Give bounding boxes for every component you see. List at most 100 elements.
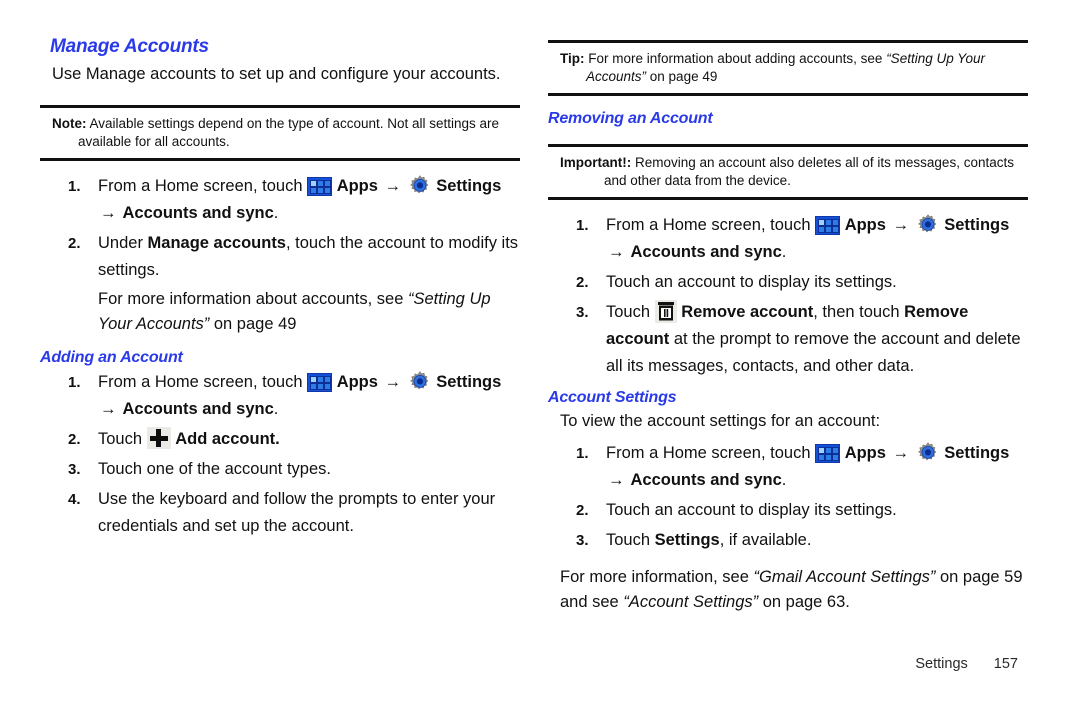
adding-account-steps: 1. From a Home screen, touch Apps → Sett… [40, 369, 520, 540]
step-text-mid: , then touch [813, 303, 905, 321]
list-item: 2. Touch an account to display its setti… [548, 269, 1028, 296]
important-label: Important!: [560, 155, 632, 170]
closing-italic-1: “Gmail Account Settings” [753, 568, 936, 586]
gear-icon [916, 213, 940, 237]
settings-label: Settings [436, 373, 502, 391]
list-item: 4. Use the keyboard and follow the promp… [40, 486, 520, 540]
page-title: Manage Accounts [50, 36, 209, 57]
arrow-icon: → [892, 444, 910, 462]
step-number: 3. [576, 304, 589, 321]
step-text: Touch an account to display its settings… [606, 273, 897, 291]
followup-post: on page 49 [209, 315, 297, 333]
settings-label: Settings [944, 216, 1010, 234]
step-number: 2. [576, 274, 589, 291]
note-callout: Note: Available settings depend on the t… [40, 108, 520, 158]
step-number: 4. [68, 491, 81, 508]
accounts-and-sync-label: → Accounts and sync [608, 243, 782, 261]
step-text-pre: From a Home screen, touch [606, 216, 811, 234]
important-line1: Removing an account also deletes all of … [635, 155, 1014, 170]
manage-accounts-bold: Manage accounts [147, 234, 286, 252]
apps-label: Apps [844, 216, 886, 234]
step-period: . [273, 400, 279, 418]
arrow-icon-2: → [608, 243, 625, 261]
followup-pre: For more information about accounts, see [98, 290, 408, 308]
step-period: . [273, 204, 279, 222]
apps-grid-icon [815, 216, 841, 235]
apps-grid-icon [815, 444, 841, 463]
list-item: 1. From a Home screen, touch Apps → Sett… [548, 212, 1028, 266]
list-item: 2. Under Manage accounts, touch the acco… [40, 230, 520, 284]
tip-line2: Accounts” on page 49 [586, 69, 718, 84]
step-text: Use the keyboard and follow the prompts … [98, 490, 496, 535]
gear-icon [408, 174, 432, 198]
account-settings-intro: To view the account settings for an acco… [560, 412, 881, 430]
closing-post: on page 63. [758, 593, 850, 611]
step-text-pre: From a Home screen, touch [98, 177, 303, 195]
step-text: Touch one of the account types. [98, 460, 331, 478]
step-period: . [781, 471, 787, 489]
apps-label: Apps [844, 444, 886, 462]
list-item: 3. Touch Settings, if available. [548, 527, 1028, 554]
apps-label: Apps [336, 177, 378, 195]
gear-icon [408, 370, 432, 394]
account-settings-steps: 1. From a Home screen, touch Apps → Sett… [548, 440, 1028, 554]
apps-grid-icon [307, 373, 333, 392]
right-column: Tip: For more information about adding a… [548, 0, 1028, 621]
accounts-and-sync-label: → Accounts and sync [608, 471, 782, 489]
arrow-icon: → [384, 177, 402, 195]
apps-grid-icon [307, 177, 333, 196]
page-footer: Settings 157 [548, 656, 1018, 672]
important-line2: and other data from the device. [604, 173, 791, 188]
closing-italic-2: “Account Settings” [623, 593, 759, 611]
step-text-post: at the prompt to remove the account and … [606, 330, 1021, 375]
step-number: 3. [576, 532, 589, 549]
step-number: 2. [68, 235, 81, 252]
manage-accounts-steps: 1. From a Home screen, touch Apps → Sett… [40, 173, 520, 284]
step-text: Touch an account to display its settings… [606, 501, 897, 519]
list-item: 3. Touch Remove account, then touch Remo… [548, 299, 1028, 380]
step-number: 3. [68, 461, 81, 478]
arrow-icon: → [892, 216, 910, 234]
step-period: . [781, 243, 787, 261]
remove-account-bold-1: Remove account [681, 303, 814, 321]
trash-icon [654, 300, 677, 323]
note-label: Note: [52, 116, 87, 131]
intro-paragraph: Use Manage accounts to set up and config… [52, 65, 501, 83]
list-item: 1. From a Home screen, touch Apps → Sett… [40, 173, 520, 227]
list-item: 2. Touch Add account. [40, 426, 520, 453]
footer-chapter: Settings [915, 656, 968, 672]
arrow-icon: → [384, 373, 402, 391]
step-number: 2. [68, 431, 81, 448]
list-item: 3. Touch one of the account types. [40, 456, 520, 483]
accounts-and-sync-label: → Accounts and sync [100, 400, 274, 418]
note-line1: Available settings depend on the type of… [89, 116, 500, 131]
step-number: 1. [68, 178, 81, 195]
manage-followup-paragraph: For more information about accounts, see… [98, 287, 520, 337]
list-item: 1. From a Home screen, touch Apps → Sett… [40, 369, 520, 423]
list-item: 2. Touch an account to display its setti… [548, 497, 1028, 524]
arrow-icon-2: → [100, 204, 117, 222]
arrow-icon-2: → [608, 471, 625, 489]
step-text-pre: From a Home screen, touch [98, 373, 303, 391]
settings-label: Settings [436, 177, 502, 195]
closing-pre: For more information, see [560, 568, 754, 586]
settings-label: Settings [944, 444, 1010, 462]
step-text-pre: Touch [606, 303, 651, 321]
important-callout: Important!: Removing an account also del… [548, 147, 1028, 197]
step-text-pre: Touch [98, 430, 143, 448]
step-number: 1. [576, 445, 589, 462]
footer-page-number: 157 [993, 656, 1018, 672]
tip-line1-pre: For more information about adding accoun… [588, 51, 887, 66]
step-number: 2. [576, 502, 589, 519]
arrow-icon-2: → [100, 400, 117, 418]
note-line2: available for all accounts. [78, 134, 230, 149]
step-number: 1. [576, 217, 589, 234]
tip-callout: Tip: For more information about adding a… [548, 43, 1028, 93]
left-column: Manage Accounts Use Manage accounts to s… [40, 0, 520, 543]
plus-icon [146, 427, 171, 449]
apps-label: Apps [336, 373, 378, 391]
tip-line1-italic: “Setting Up Your [886, 51, 985, 66]
settings-bold: Settings [654, 531, 720, 549]
removing-account-steps: 1. From a Home screen, touch Apps → Sett… [548, 212, 1028, 380]
accounts-and-sync-label: → Accounts and sync [100, 204, 274, 222]
